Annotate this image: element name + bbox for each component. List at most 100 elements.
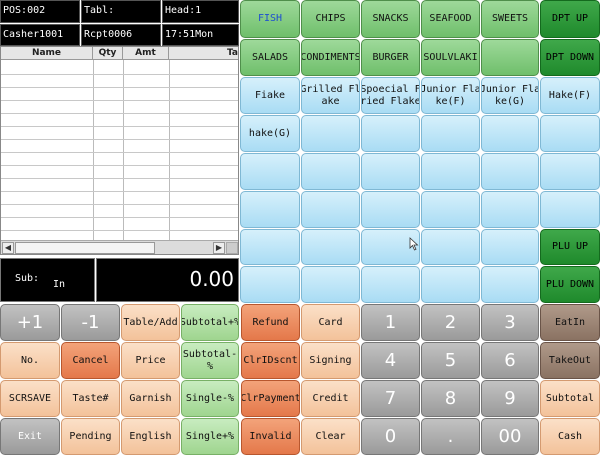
column-ta: Ta [226,48,238,58]
plu-up-button[interactable]: PLU UP [540,229,600,265]
price-button[interactable]: Price [121,342,180,379]
category-fish[interactable]: FISH [240,0,300,38]
category-condiments[interactable]: CONDIMENTS [301,39,360,76]
single-minus-percent-button[interactable]: Single-% [181,380,239,417]
plu-empty[interactable] [361,266,420,303]
plu-empty[interactable] [540,115,600,152]
plu-empty[interactable] [361,115,420,152]
digit-0-button[interactable]: 0 [361,418,420,455]
plu-empty[interactable] [421,153,480,190]
plu-empty[interactable] [481,115,539,152]
plu-item-fiake[interactable]: Fiake [240,77,300,114]
plus-one-button[interactable]: +1 [0,304,60,341]
single-plus-percent-button[interactable]: Single+% [181,418,239,455]
clr-idscnt-button[interactable]: ClrIDscnt [241,342,300,379]
plu-empty[interactable] [481,153,539,190]
exit-button[interactable]: Exit [0,418,60,455]
dept-down-button[interactable]: DPT DOWN [540,39,600,76]
category-chips[interactable]: CHIPS [301,0,360,38]
plu-empty[interactable] [421,191,480,228]
taste-button[interactable]: Taste# [61,380,120,417]
signing-button[interactable]: Signing [301,342,360,379]
plu-empty[interactable] [301,115,360,152]
plu-empty[interactable] [540,191,600,228]
plu-empty[interactable] [240,153,300,190]
digit-8-button[interactable]: 8 [421,380,480,417]
dept-up-button[interactable]: DPT UP [540,0,600,38]
table-row [1,139,238,140]
category-sweets[interactable]: SWEETS [481,0,539,38]
credit-button[interactable]: Credit [301,380,360,417]
plu-item-junior-flake-f[interactable]: Junior Fla ke(F) [421,77,480,114]
plu-empty[interactable] [361,153,420,190]
plu-empty[interactable] [421,229,480,265]
plu-empty[interactable] [481,229,539,265]
clr-payment-button[interactable]: ClrPayment [241,380,300,417]
digit-7-button[interactable]: 7 [361,380,420,417]
digit-4-button[interactable]: 4 [361,342,420,379]
subtotal-button[interactable]: Subtotal [540,380,600,417]
scroll-left-icon[interactable]: ◀ [2,242,14,254]
no-button[interactable]: No. [0,342,60,379]
plu-empty[interactable] [240,191,300,228]
plu-empty[interactable] [481,266,539,303]
plu-empty[interactable] [240,266,300,303]
take-out-button[interactable]: TakeOut [540,342,600,379]
garnish-button[interactable]: Garnish [121,380,180,417]
subtotal-minus-percent-button[interactable]: Subtotal-% [181,342,239,379]
plu-empty[interactable] [361,191,420,228]
plu-empty[interactable] [481,191,539,228]
plu-empty[interactable] [240,229,300,265]
category-snacks[interactable]: SNACKS [361,0,420,38]
plu-empty[interactable] [421,115,480,152]
cancel-button[interactable]: Cancel [61,342,120,379]
pending-button[interactable]: Pending [61,418,120,455]
digit-3-button[interactable]: 3 [481,304,539,341]
horizontal-scrollbar[interactable]: ◀ ▶ [1,240,238,254]
card-button[interactable]: Card [301,304,360,341]
digit-9-button[interactable]: 9 [481,380,539,417]
pos-number: POS:002 [0,0,80,23]
digit-00-button[interactable]: 00 [481,418,539,455]
digit-6-button[interactable]: 6 [481,342,539,379]
table-row [1,230,238,231]
digit-1-button[interactable]: 1 [361,304,420,341]
eat-in-button[interactable]: EatIn [540,304,600,341]
plu-empty[interactable] [301,191,360,228]
plu-empty[interactable] [540,153,600,190]
decimal-point-button[interactable]: . [421,418,480,455]
plu-item-junior-flake-g[interactable]: Junior Fla ke(G) [481,77,539,114]
refund-button[interactable]: Refund [241,304,300,341]
plu-item-hake-f[interactable]: Hake(F) [540,77,600,114]
plu-empty[interactable] [301,153,360,190]
category-salads[interactable]: SALADS [240,39,300,76]
digit-5-button[interactable]: 5 [421,342,480,379]
category-soulvlaki[interactable]: SOULVLAKI [421,39,480,76]
digit-2-button[interactable]: 2 [421,304,480,341]
scrollbar-corner [226,242,238,254]
minus-one-button[interactable]: -1 [61,304,120,341]
category-seafood[interactable]: SEAFOOD [421,0,480,38]
category-empty[interactable] [481,39,539,76]
clear-button[interactable]: Clear [301,418,360,455]
total-display: 0.00 [96,258,239,302]
english-button[interactable]: English [121,418,180,455]
order-table[interactable]: Name Qty Amt Ta ◀ ▶ [0,46,239,255]
table-add-button[interactable]: Table/Add [121,304,180,341]
plu-item-special-fried-flake[interactable]: Spoecial F ried Flake [361,77,420,114]
cash-button[interactable]: Cash [540,418,600,455]
plu-down-button[interactable]: PLU DOWN [540,266,600,303]
plu-item-hake-g[interactable]: hake(G) [240,115,300,152]
invalid-button[interactable]: Invalid [241,418,300,455]
plu-empty[interactable] [301,229,360,265]
scrollbar-thumb[interactable] [15,242,155,254]
category-burger[interactable]: BURGER [361,39,420,76]
subtotal-plus-percent-button[interactable]: Subtotal+% [181,304,239,341]
table-row [1,87,238,88]
table-row [1,113,238,114]
scroll-right-icon[interactable]: ▶ [213,242,225,254]
plu-empty[interactable] [421,266,480,303]
plu-empty[interactable] [301,266,360,303]
scrsave-button[interactable]: SCRSAVE [0,380,60,417]
plu-item-grilled-flake[interactable]: Grilled Fl ake [301,77,360,114]
